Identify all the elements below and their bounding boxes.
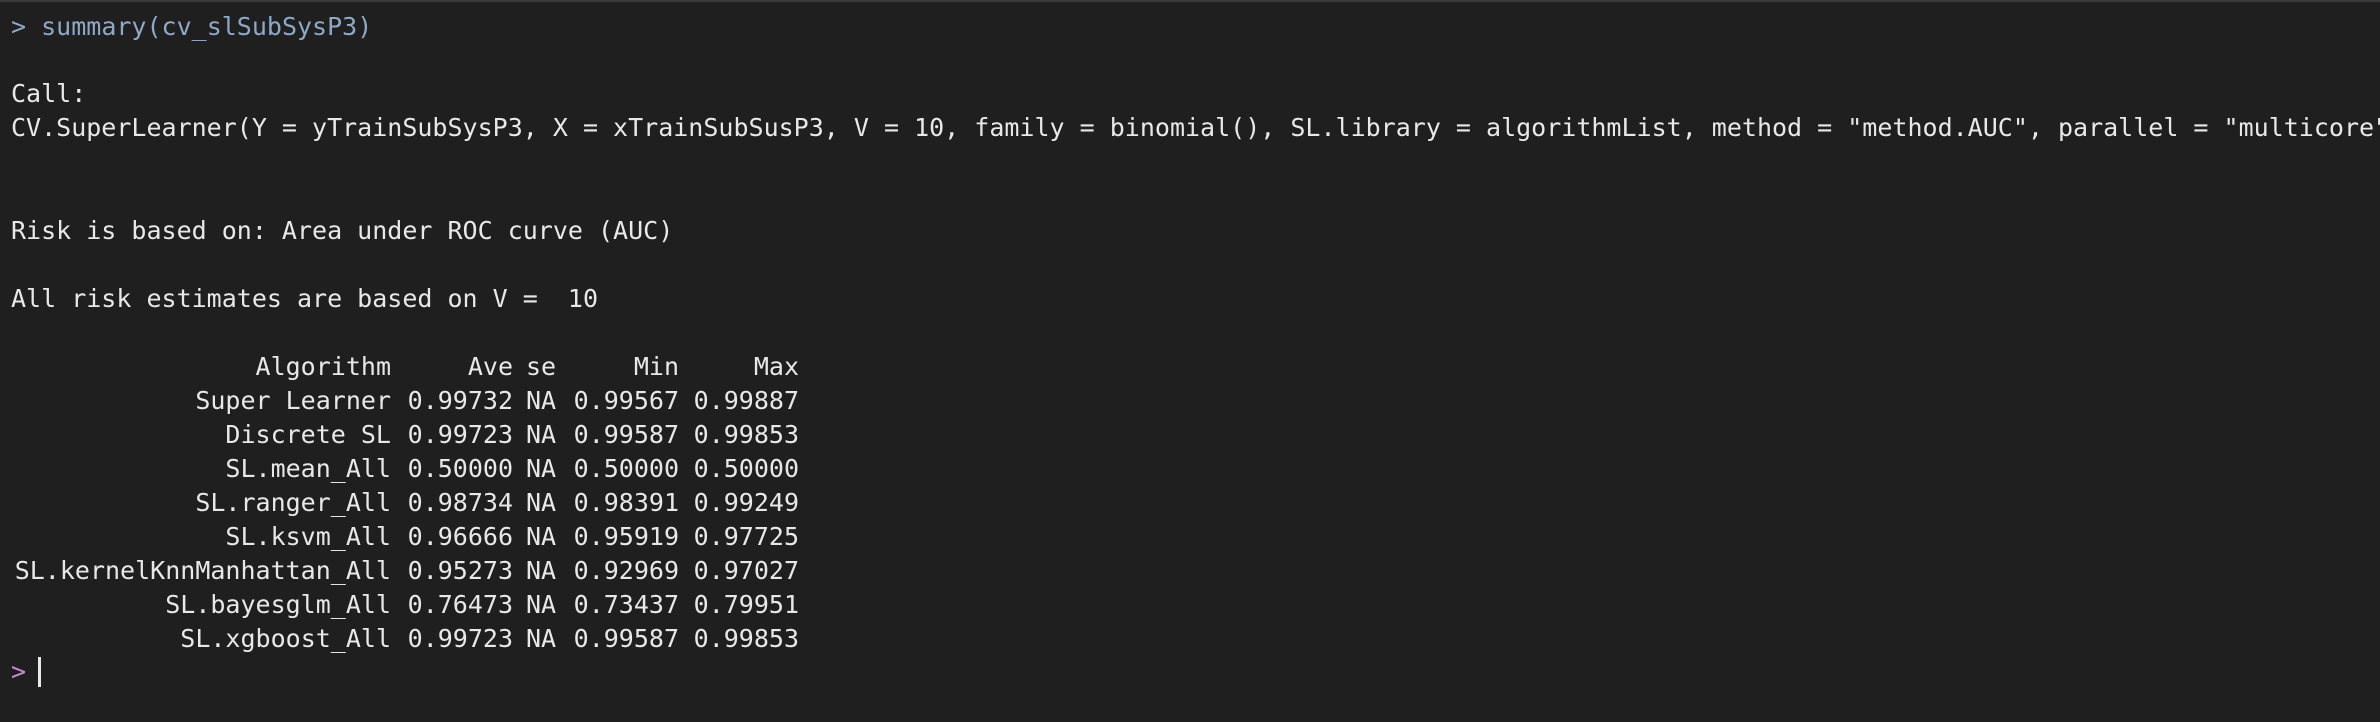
final-prompt-symbol: >	[11, 657, 27, 686]
cell-max: 0.99853	[693, 624, 799, 653]
cell-se: NA	[526, 488, 557, 517]
table-row: SL.bayesglm_All 0.76473 NA 0.73437 0.79951	[11, 588, 799, 622]
cell-se: NA	[526, 624, 557, 653]
risk-text: Risk is based on: Area under ROC curve (…	[11, 216, 674, 245]
cell-algorithm: Super Learner	[195, 386, 391, 415]
cell-ave: 0.99732	[407, 386, 513, 415]
cell-max: 0.79951	[693, 590, 799, 619]
cell-se: NA	[526, 590, 557, 619]
cell-se: NA	[526, 454, 557, 483]
table-row: SL.xgboost_All 0.99723 NA 0.99587 0.99853	[11, 622, 799, 656]
header-algorithm: Algorithm	[255, 352, 391, 381]
cell-algorithm: SL.bayesglm_All	[165, 590, 391, 619]
table-row: SL.ranger_All 0.98734 NA 0.98391 0.99249	[11, 486, 799, 520]
final-prompt-line[interactable]: >	[11, 657, 42, 687]
cell-ave: 0.99723	[407, 624, 513, 653]
cell-algorithm: SL.ksvm_All	[225, 522, 391, 551]
cell-min: 0.99587	[573, 624, 679, 653]
table-row: SL.mean_All 0.50000 NA 0.50000 0.50000	[11, 452, 799, 486]
cell-se: NA	[526, 420, 557, 449]
cell-min: 0.99567	[573, 386, 679, 415]
call-label: Call:	[11, 79, 87, 108]
cell-max: 0.50000	[693, 454, 799, 483]
command-line: > summary(cv_slSubSysP3)	[11, 12, 372, 42]
cell-ave: 0.98734	[407, 488, 513, 517]
prompt-symbol: >	[11, 12, 27, 41]
table-row: SL.ksvm_All 0.96666 NA 0.95919 0.97725	[11, 520, 799, 554]
estimates-text: All risk estimates are based on V = 10	[11, 284, 598, 313]
table-row: Discrete SL 0.99723 NA 0.99587 0.99853	[11, 418, 799, 452]
command-text: summary(cv_slSubSysP3)	[41, 12, 373, 41]
cell-ave: 0.50000	[407, 454, 513, 483]
cell-algorithm: SL.xgboost_All	[180, 624, 391, 653]
cell-ave: 0.95273	[407, 556, 513, 585]
cell-ave: 0.99723	[407, 420, 513, 449]
cell-max: 0.99853	[693, 420, 799, 449]
cell-se: NA	[526, 556, 557, 585]
cell-ave: 0.76473	[407, 590, 513, 619]
cell-max: 0.99249	[693, 488, 799, 517]
cell-min: 0.99587	[573, 420, 679, 449]
table-row: SL.kernelKnnManhattan_All 0.95273 NA 0.9296…	[11, 554, 799, 588]
call-text: CV.SuperLearner(Y = yTrainSubSysP3, X = …	[11, 113, 2380, 142]
header-max: Max	[753, 352, 799, 381]
cell-algorithm: SL.mean_All	[225, 454, 391, 483]
text-cursor	[38, 657, 42, 687]
cell-max: 0.99887	[693, 386, 799, 415]
cell-min: 0.98391	[573, 488, 679, 517]
table-row: Super Learner 0.99732 NA 0.99567 0.99887	[11, 384, 799, 418]
cell-algorithm: SL.kernelKnnManhattan_All	[14, 556, 391, 585]
cell-algorithm: Discrete SL	[225, 420, 391, 449]
cell-min: 0.73437	[573, 590, 679, 619]
cell-min: 0.50000	[573, 454, 679, 483]
r-console[interactable]: > summary(cv_slSubSysP3) Call: CV.SuperL…	[0, 0, 2380, 722]
results-table: Algorithm Ave se Min Max Super Learner 0.…	[11, 350, 799, 656]
header-se: se	[526, 352, 557, 381]
table-header-row: Algorithm Ave se Min Max	[11, 350, 799, 384]
cell-se: NA	[526, 386, 557, 415]
cell-algorithm: SL.ranger_All	[195, 488, 391, 517]
cell-min: 0.92969	[573, 556, 679, 585]
cell-min: 0.95919	[573, 522, 679, 551]
header-min: Min	[633, 352, 679, 381]
cell-ave: 0.96666	[407, 522, 513, 551]
cell-max: 0.97725	[693, 522, 799, 551]
header-ave: Ave	[467, 352, 513, 381]
cell-se: NA	[526, 522, 557, 551]
cell-max: 0.97027	[693, 556, 799, 585]
